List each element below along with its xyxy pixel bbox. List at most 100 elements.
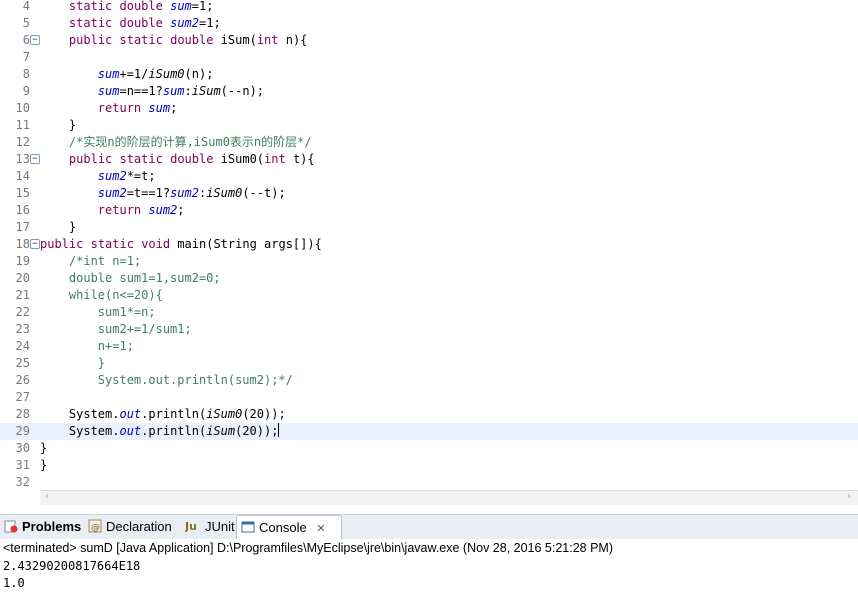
svg-text:@: @ <box>91 523 100 533</box>
tab-problems[interactable]: Problems <box>4 515 81 539</box>
line-number: 4 <box>22 0 30 13</box>
line-number: 25 <box>15 356 30 370</box>
code-line[interactable]: 28 System.out.println(iSum0(20)); <box>0 406 858 423</box>
line-number: 26 <box>15 373 30 387</box>
code-text: } <box>40 220 77 234</box>
code-text: /*实现n的阶层的计算,iSum0表示n的阶层*/ <box>68 135 312 149</box>
close-icon[interactable]: ✕ <box>316 523 325 535</box>
line-number: 17 <box>15 220 30 234</box>
fold-toggle-icon[interactable]: − <box>30 35 40 45</box>
code-line[interactable]: 20 double sum1=1,sum2=0; <box>0 270 858 287</box>
scroll-right-icon[interactable]: › <box>846 491 852 502</box>
code-text: sum1*=n; <box>97 305 156 319</box>
line-number: 29 <box>15 424 30 438</box>
line-number: 32 <box>15 475 30 489</box>
code-line[interactable]: 29 System.out.println(iSum(20)); <box>0 423 858 440</box>
console-icon <box>241 518 255 533</box>
line-number: 12 <box>15 135 30 149</box>
text-caret <box>278 423 280 437</box>
line-number: 28 <box>15 407 30 421</box>
console-view[interactable]: <terminated> sumD [Java Application] D:\… <box>0 539 858 593</box>
line-number: 27 <box>15 390 30 404</box>
tab-problems-label: Problems <box>22 519 82 534</box>
code-line[interactable]: 9 sum=n==1?sum:iSum(--n); <box>0 83 858 100</box>
code-text: static double sum=1; <box>68 0 214 13</box>
code-text: System.out.println(iSum(20)); <box>40 423 280 438</box>
line-number: 18 <box>15 237 30 251</box>
code-line[interactable]: 14 sum2*=t; <box>0 168 858 185</box>
tab-console-label: Console <box>259 520 307 535</box>
console-status: <terminated> sumD [Java Application] D:\… <box>3 541 614 555</box>
code-line[interactable]: 13− public static double iSum0(int t){ <box>0 151 858 168</box>
tab-junit-label: JUnit <box>205 519 235 534</box>
line-number: 11 <box>15 118 30 132</box>
console-output-line: 2.43290200817664E18 <box>3 559 141 573</box>
horizontal-scrollbar[interactable]: ‹ › <box>40 490 858 505</box>
fold-toggle-icon[interactable]: − <box>30 239 40 249</box>
code-text: sum=n==1?sum:iSum(--n); <box>97 84 265 98</box>
code-line[interactable]: 18− public static void main(String args[]… <box>0 236 858 253</box>
code-text: double sum1=1,sum2=0; <box>68 271 221 285</box>
code-line[interactable]: 27 <box>0 389 858 406</box>
line-number: 6 <box>22 33 30 47</box>
code-text: public static void main(String args[]){ <box>40 237 322 251</box>
line-number: 20 <box>15 271 30 285</box>
code-line[interactable]: 23 sum2+=1/sum1; <box>0 321 858 338</box>
tab-declaration-label: Declaration <box>106 519 172 534</box>
code-line[interactable]: 24 n+=1; <box>0 338 858 355</box>
tab-junit[interactable]: Ju JUnit <box>184 515 235 539</box>
line-number: 31 <box>15 458 30 472</box>
code-line[interactable]: 6− public static double iSum(int n){ <box>0 32 858 49</box>
code-line[interactable]: 8 sum+=1/iSum0(n); <box>0 66 858 83</box>
line-number: 19 <box>15 254 30 268</box>
declaration-icon: @ <box>88 517 102 533</box>
code-line[interactable]: 25 } <box>0 355 858 372</box>
code-editor[interactable]: 4 static double sum=1; 5 static double su… <box>0 0 858 490</box>
code-line[interactable]: 11 } <box>0 117 858 134</box>
scroll-left-icon[interactable]: ‹ <box>44 491 50 502</box>
line-number: 9 <box>22 84 30 98</box>
console-output-line: 1.0 <box>3 576 25 590</box>
code-text: public static double iSum(int n){ <box>68 33 308 47</box>
fold-toggle-icon[interactable]: − <box>30 154 40 164</box>
code-line[interactable]: 22 sum1*=n; <box>0 304 858 321</box>
code-line[interactable]: 17 } <box>0 219 858 236</box>
code-line[interactable]: 12 /*实现n的阶层的计算,iSum0表示n的阶层*/ <box>0 134 858 151</box>
code-line[interactable]: 30} <box>0 440 858 457</box>
code-text: static double sum2=1; <box>68 16 221 30</box>
line-number: 30 <box>15 441 30 455</box>
code-text: } <box>40 458 48 472</box>
code-text: public static double iSum0(int t){ <box>68 152 315 166</box>
code-line[interactable]: 16 return sum2; <box>0 202 858 219</box>
code-line[interactable]: 5 static double sum2=1; <box>0 15 858 32</box>
code-text: while(n<=20){ <box>68 288 163 302</box>
code-line[interactable]: 15 sum2=t==1?sum2:iSum0(--t); <box>0 185 858 202</box>
code-line[interactable]: 21 while(n<=20){ <box>0 287 858 304</box>
code-line[interactable]: 31} <box>0 457 858 474</box>
line-number: 7 <box>22 50 30 64</box>
code-line[interactable]: 10 return sum; <box>0 100 858 117</box>
code-text: return sum; <box>97 101 178 115</box>
line-number: 5 <box>22 16 30 30</box>
code-text: sum+=1/iSum0(n); <box>97 67 214 81</box>
line-number: 24 <box>15 339 30 353</box>
code-line[interactable]: 19 /*int n=1; <box>0 253 858 270</box>
code-text: sum2*=t; <box>97 169 156 183</box>
line-number: 13 <box>15 152 30 166</box>
tab-declaration[interactable]: @ Declaration <box>88 515 172 539</box>
code-line[interactable]: 32 <box>0 474 858 490</box>
line-number: 21 <box>15 288 30 302</box>
code-text: sum2=t==1?sum2:iSum0(--t); <box>97 186 286 200</box>
code-line[interactable]: 4 static double sum=1; <box>0 0 858 15</box>
code-line[interactable]: 26 System.out.println(sum2);*/ <box>0 372 858 389</box>
tab-console[interactable]: Console ✕ <box>236 515 342 540</box>
svg-text:Ju: Ju <box>185 520 197 533</box>
code-line[interactable]: 7 <box>0 49 858 66</box>
line-number: 16 <box>15 203 30 217</box>
problems-icon <box>4 517 18 533</box>
code-text: } <box>40 441 48 455</box>
code-text: } <box>97 356 106 370</box>
code-text: System.out.println(sum2);*/ <box>97 373 293 387</box>
code-text: sum2+=1/sum1; <box>97 322 192 336</box>
bottom-panel-tabbar: Problems @ Declaration Ju JUnit Console … <box>0 514 858 540</box>
